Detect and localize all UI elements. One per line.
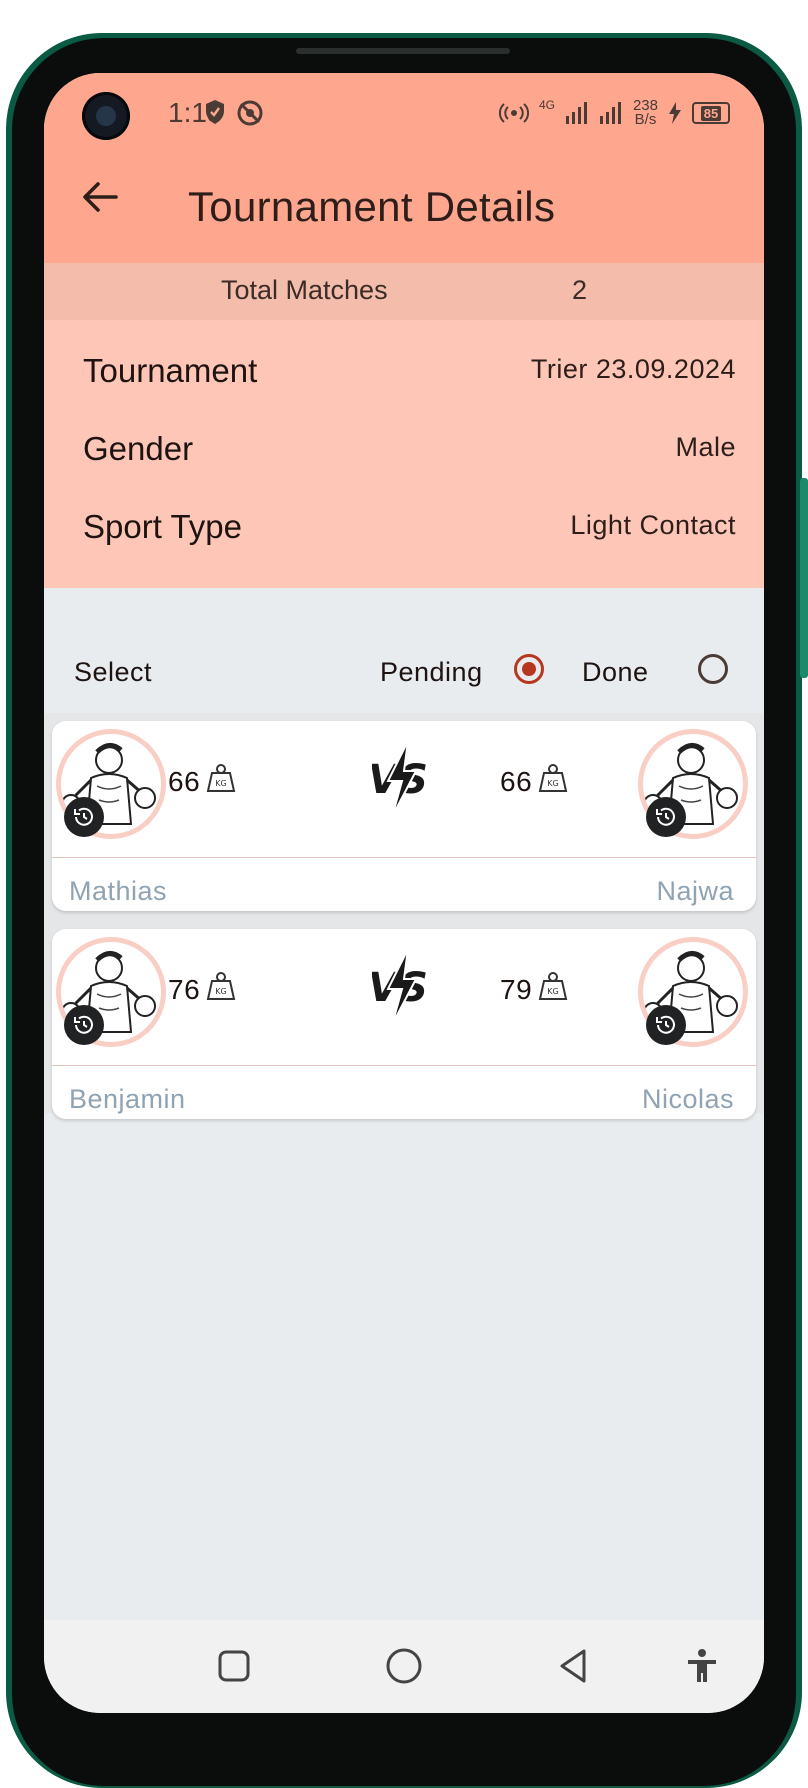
phone-side-button [800,478,808,678]
card-divider [52,857,756,858]
history-icon[interactable] [646,1005,686,1045]
kg-weight-icon: KG [538,764,568,792]
network-speed: 238 B/s [633,98,658,128]
right-weight: 66 [500,766,533,797]
system-nav-bar [44,1620,764,1713]
kg-weight-icon: KG [206,764,236,792]
detail-value: Trier 23.09.2024 [530,354,736,384]
battery-icon: 85 [692,102,730,124]
kg-weight-icon: KG [538,972,568,1000]
hotspot-icon [498,103,529,123]
filter-label: Select [74,657,153,687]
back-nav-icon[interactable] [554,1646,594,1686]
filter-option-done-label[interactable]: Done [582,657,649,688]
match-card[interactable]: 66 KG VS 66 KG [52,721,756,911]
front-camera [82,92,130,140]
signal-icon [565,102,587,124]
right-weight: 79 [500,974,533,1005]
history-icon[interactable] [64,797,104,837]
shield-icon [206,100,224,124]
radio-done[interactable] [698,654,728,684]
right-fighter-name: Nicolas [641,1084,734,1114]
left-weight: 66 [168,766,201,797]
kg-weight-icon: KG [206,972,236,1000]
network-type: 4G [538,98,555,112]
radio-pending[interactable] [514,654,544,684]
charging-icon [669,102,681,124]
detail-row-sport-type: Sport Type Light Contact [44,496,764,556]
kg-label: KG [547,779,558,788]
recent-apps-icon[interactable] [214,1646,254,1686]
total-matches-value: 2 [572,275,588,305]
left-weight: 76 [168,974,201,1005]
kg-label: KG [547,987,558,996]
phone-speaker [296,48,510,54]
right-fighter-name: Najwa [656,876,734,906]
status-filter: Select Pending Done [44,638,764,708]
vpn-off-icon [237,100,263,126]
left-fighter-name: Mathias [69,876,168,906]
detail-label: Gender [83,430,194,467]
history-icon[interactable] [64,1005,104,1045]
detail-row-tournament: Tournament Trier 23.09.2024 [44,340,764,400]
vs-icon: VS [372,741,426,817]
total-matches-label: Total Matches [221,275,388,305]
accessibility-icon[interactable] [682,1646,722,1686]
battery-level: 85 [700,105,722,121]
signal-icon-2 [599,102,621,124]
status-indicators: 4G 238 B/s 85 [498,98,730,128]
app-header: 1:18 4G 238 B/s 85 Tournament Details [44,73,764,263]
detail-row-gender: Gender Male [44,418,764,478]
card-divider [52,1065,756,1066]
kg-label: KG [215,987,226,996]
total-matches-bar: Total Matches 2 [44,263,764,320]
kg-label: KG [215,779,226,788]
network-speed-unit: B/s [634,111,657,128]
screen: 1:18 4G 238 B/s 85 Tournament Details To… [44,73,764,1713]
filter-option-pending-label[interactable]: Pending [380,657,483,688]
detail-value: Male [675,432,736,462]
page-title: Tournament Details [188,183,556,230]
detail-value: Light Contact [570,510,736,540]
vs-icon: VS [372,949,426,1025]
detail-label: Sport Type [83,508,242,545]
left-fighter-name: Benjamin [69,1084,186,1114]
history-icon[interactable] [646,797,686,837]
home-icon[interactable] [384,1646,424,1686]
back-arrow-icon[interactable] [80,177,120,217]
match-card[interactable]: 76 KG VS 79 KG [52,929,756,1119]
detail-label: Tournament [83,352,258,389]
match-list: 66 KG VS 66 KG [44,713,764,1119]
tournament-info: Tournament Trier 23.09.2024 Gender Male … [44,320,764,588]
